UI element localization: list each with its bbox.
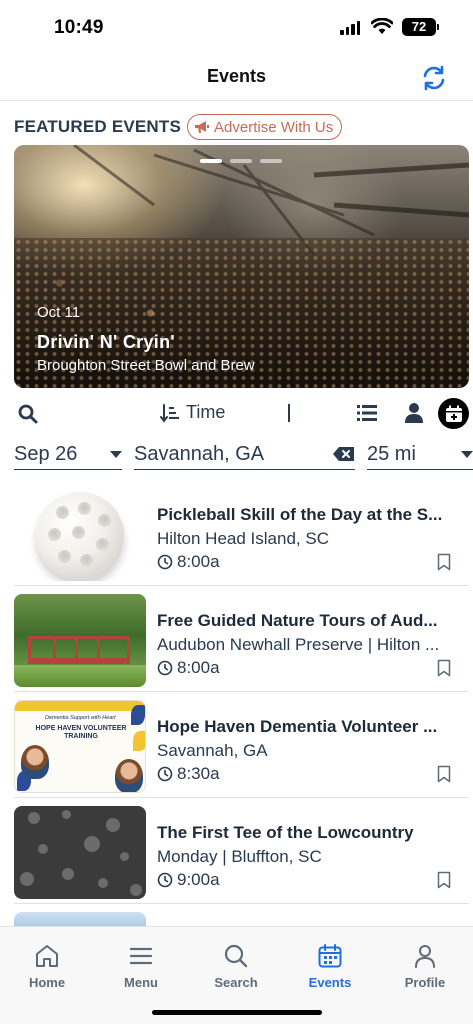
event-location: Audubon Newhall Preserve | Hilton ... [157, 635, 440, 654]
event-title: The First Tee of the Lowcountry [157, 823, 414, 842]
event-title: Free Guided Nature Tours of Aud... [157, 611, 438, 630]
bookmark-icon[interactable] [437, 659, 451, 677]
tab-label: Events [308, 975, 352, 990]
bookmark-icon[interactable] [437, 871, 451, 889]
featured-event-date: Oct 11 [37, 304, 81, 321]
location-input[interactable]: Savannah, GA [134, 440, 355, 470]
carousel-dot[interactable] [200, 159, 222, 163]
location-value: Savannah, GA [134, 443, 265, 465]
tab-label: Home [28, 975, 66, 990]
flyer-heading: HOPE HAVEN VOLUNTEER TRAINING [35, 725, 127, 740]
event-title: Pickleball Skill of the Day at the S... [157, 505, 443, 524]
featured-header: FEATURED EVENTS Advertise With Us [14, 114, 343, 140]
event-time: 8:00a [157, 552, 220, 572]
bookmark-icon[interactable] [437, 553, 451, 571]
event-list-item[interactable]: The First Tee of the Lowcountry Monday |… [14, 798, 469, 904]
date-select[interactable]: Sep 26 [14, 440, 122, 470]
refresh-icon[interactable] [420, 64, 448, 92]
profile-icon [415, 945, 435, 968]
tab-menu[interactable]: Menu [94, 943, 188, 990]
cellular-signal-icon [340, 21, 360, 35]
tab-label: Search [214, 975, 258, 990]
chevron-down-icon [461, 451, 473, 458]
chevron-down-icon [110, 451, 122, 458]
wifi-icon [371, 18, 393, 34]
featured-carousel[interactable]: Oct 11 Drivin' N' Cryin' Broughton Stree… [14, 145, 469, 388]
location-filter-row: Sep 26 Savannah, GA 25 mi [0, 440, 473, 472]
radius-select[interactable]: 25 mi [367, 440, 473, 470]
clock-icon [157, 554, 173, 570]
sort-button[interactable]: Time [160, 402, 225, 423]
event-time-value: 8:00a [177, 552, 220, 571]
event-time: 8:00a [157, 658, 220, 678]
event-time: 9:00a [157, 870, 220, 890]
battery-indicator: 72 [402, 18, 439, 36]
carousel-page-indicator[interactable] [200, 159, 282, 163]
page-title: Events [206, 66, 267, 86]
nature-preserve-thumbnail [14, 594, 146, 687]
event-title: Hope Haven Dementia Volunteer ... [157, 717, 438, 736]
carousel-dot[interactable] [230, 159, 252, 163]
event-location: Savannah, GA [157, 741, 268, 760]
tab-profile[interactable]: Profile [378, 943, 472, 990]
featured-events-title: FEATURED EVENTS [14, 117, 182, 136]
featured-event-title: Drivin' N' Cryin' [37, 332, 175, 352]
volunteer-flyer-thumbnail: Dementia Support with Heart HOPE HAVEN V… [14, 700, 146, 793]
tab-events[interactable]: Events [283, 943, 377, 990]
advertise-label: Advertise With Us [214, 118, 334, 136]
event-list-item[interactable]: Free Guided Nature Tours of Aud... Audub… [14, 586, 469, 692]
search-icon [224, 944, 248, 968]
status-time: 10:49 [54, 17, 104, 38]
placeholder-dots-thumbnail [14, 806, 146, 899]
home-indicator[interactable] [152, 1010, 322, 1015]
navigation-bar: Events [0, 54, 473, 101]
event-time: 8:30a [157, 764, 220, 784]
event-list-item[interactable]: Pickleball Skill of the Day at the S... … [14, 480, 469, 586]
clock-icon [157, 872, 173, 888]
person-icon[interactable] [404, 402, 424, 424]
home-icon [36, 945, 58, 967]
calendar-add-icon [445, 405, 462, 422]
sort-ascending-icon [160, 403, 179, 423]
advertise-button[interactable]: Advertise With Us [187, 114, 343, 140]
toolbar-divider [288, 404, 290, 422]
flyer-script-text: Dementia Support with Heart [45, 715, 116, 721]
clear-icon[interactable] [333, 446, 355, 462]
filter-toolbar: Time [0, 398, 473, 432]
tab-home[interactable]: Home [0, 943, 94, 990]
event-time-value: 9:00a [177, 870, 220, 889]
calendar-icon [318, 944, 342, 968]
tab-search[interactable]: Search [189, 943, 283, 990]
clock-icon [157, 660, 173, 676]
clock-icon [157, 766, 173, 782]
event-time-value: 8:30a [177, 764, 220, 783]
megaphone-icon [195, 121, 210, 133]
status-bar: 10:49 72 [0, 0, 473, 54]
event-location: Hilton Head Island, SC [157, 529, 329, 548]
sort-label: Time [186, 402, 226, 422]
tab-label: Profile [404, 975, 446, 990]
event-list-item[interactable]: Dementia Support with Heart HOPE HAVEN V… [14, 692, 469, 798]
bookmark-icon[interactable] [437, 765, 451, 783]
menu-icon [129, 947, 153, 965]
event-location: Monday | Bluffton, SC [157, 847, 322, 866]
pickleball-thumbnail [14, 488, 146, 581]
carousel-dot[interactable] [260, 159, 282, 163]
featured-event-venue: Broughton Street Bowl and Brew [37, 357, 255, 374]
tab-label: Menu [124, 975, 158, 990]
radius-value: 25 mi [367, 443, 416, 465]
date-value: Sep 26 [14, 443, 78, 465]
list-view-icon[interactable] [357, 404, 377, 422]
event-time-value: 8:00a [177, 658, 220, 677]
calendar-view-button[interactable] [438, 398, 469, 429]
search-icon[interactable] [18, 404, 38, 424]
